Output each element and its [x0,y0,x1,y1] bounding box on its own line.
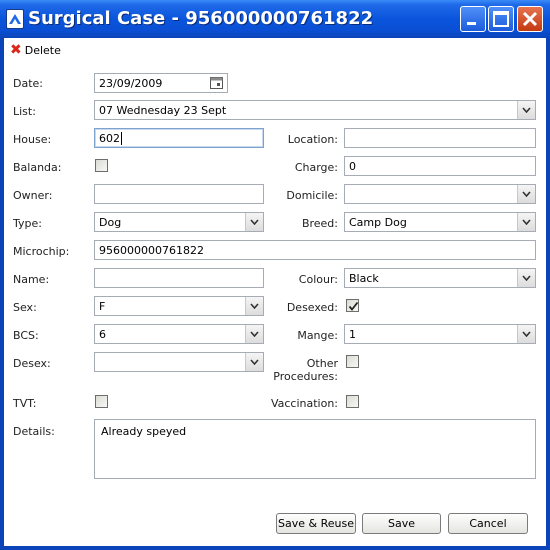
name-field[interactable] [94,268,264,288]
desexed-checkbox[interactable] [346,299,359,312]
desexed-label: Desexed: [286,301,338,314]
maximize-icon [493,11,509,27]
microchip-label: Microchip: [13,245,70,258]
name-label: Name: [13,273,50,286]
colour-dropdown-arrow[interactable] [517,269,535,287]
chevron-down-icon [250,219,259,225]
bcs-label: BCS: [13,329,39,342]
chevron-down-icon [522,107,531,113]
desex-label: Desex: [13,357,51,370]
list-value: 07 Wednesday 23 Sept [99,104,227,117]
chevron-down-icon [250,331,259,337]
text-cursor [121,132,122,145]
location-label: Location: [287,133,338,146]
surgical-case-window: Surgical Case - 956000000761822 ✖ Delete… [0,0,550,550]
sex-dropdown-arrow[interactable] [245,297,263,315]
sex-select[interactable]: F [94,296,264,316]
delete-icon: ✖ [10,42,22,58]
calendar-button[interactable] [207,74,227,92]
mange-value: 1 [349,328,356,341]
mange-dropdown-arrow[interactable] [517,325,535,343]
breed-dropdown-arrow[interactable] [517,213,535,231]
delete-button[interactable]: ✖ Delete [10,42,61,58]
breed-value: Camp Dog [349,216,407,229]
maximize-button[interactable] [488,6,514,32]
date-value: 23/09/2009 [99,77,163,90]
date-label: Date: [13,77,43,90]
microchip-value: 956000000761822 [99,244,204,257]
details-textarea[interactable]: Already speyed [94,419,536,479]
details-value: Already speyed [101,425,187,438]
colour-select[interactable]: Black [344,268,536,288]
type-label: Type: [13,217,42,230]
bcs-select[interactable]: 6 [94,324,264,344]
domicile-label: Domicile: [286,189,338,202]
toolbar: ✖ Delete [4,38,546,63]
balanda-checkbox[interactable] [95,159,108,172]
mange-select[interactable]: 1 [344,324,536,344]
chevron-down-icon [250,303,259,309]
date-field[interactable]: 23/09/2009 [94,73,228,93]
owner-label: Owner: [13,189,53,202]
desex-select[interactable] [94,352,264,372]
save-reuse-button[interactable]: Save & Reuse [276,513,356,534]
list-dropdown-arrow[interactable] [517,101,535,119]
other-procedures-label-line2: Procedures: [273,370,338,383]
minimize-icon [467,22,476,25]
charge-value: 0 [349,160,356,173]
save-button[interactable]: Save [362,513,441,534]
owner-field[interactable] [94,184,264,204]
tvt-checkbox[interactable] [95,395,108,408]
location-field[interactable] [344,128,536,148]
house-label: House: [13,133,52,146]
charge-field[interactable]: 0 [344,156,536,176]
colour-label: Colour: [298,273,338,286]
chevron-down-icon [522,275,531,281]
window-title: Surgical Case - 956000000761822 [28,8,374,29]
checkmark-icon [348,301,359,311]
calendar-icon [210,77,223,89]
form-area: Date: 23/09/2009 List: 07 Wednesday 23 S… [4,62,546,546]
chevron-down-icon [522,331,531,337]
cancel-button[interactable]: Cancel [448,513,528,534]
minimize-button[interactable] [460,6,486,32]
chevron-down-icon [250,359,259,365]
microchip-field[interactable]: 956000000761822 [94,240,536,260]
title-bar[interactable]: Surgical Case - 956000000761822 [0,0,550,38]
breed-label: Breed: [301,217,338,230]
breed-select[interactable]: Camp Dog [344,212,536,232]
sex-label: Sex: [13,301,37,314]
vaccination-label: Vaccination: [270,397,338,410]
mange-label: Mange: [297,329,338,342]
balanda-label: Balanda: [13,161,62,174]
domicile-dropdown-arrow[interactable] [517,185,535,203]
list-select[interactable]: 07 Wednesday 23 Sept [94,100,536,120]
house-value: 602 [99,132,120,145]
details-label: Details: [13,425,55,438]
type-dropdown-arrow[interactable] [245,213,263,231]
close-icon [522,11,538,27]
chevron-down-icon [522,191,531,197]
sex-value: F [99,300,106,313]
charge-label: Charge: [294,161,338,174]
delete-label: Delete [24,43,61,57]
colour-value: Black [349,272,379,285]
vaccination-checkbox[interactable] [346,395,359,408]
chevron-down-icon [522,219,531,225]
list-label: List: [13,105,36,118]
close-button[interactable] [517,6,543,32]
other-procedures-checkbox[interactable] [346,355,359,368]
app-icon [6,9,24,29]
desex-dropdown-arrow[interactable] [245,353,263,371]
type-value: Dog [99,216,122,229]
bcs-value: 6 [99,328,106,341]
bcs-dropdown-arrow[interactable] [245,325,263,343]
type-select[interactable]: Dog [94,212,264,232]
domicile-select[interactable] [344,184,536,204]
house-field[interactable]: 602 [94,128,264,148]
other-procedures-label-line1: Other [306,357,338,370]
tvt-label: TVT: [13,397,37,410]
